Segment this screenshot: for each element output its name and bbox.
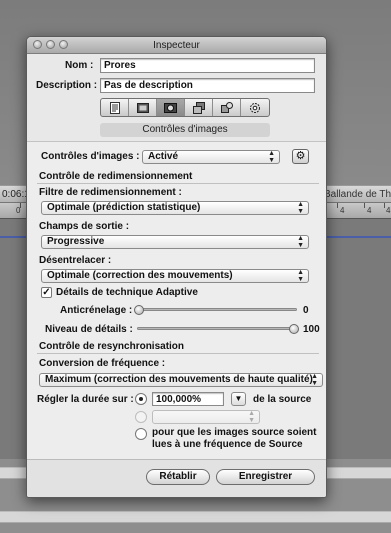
summary-icon bbox=[109, 101, 121, 114]
deinterlace-label: Désentrelacer : bbox=[39, 255, 112, 266]
encoder-icon bbox=[164, 102, 177, 114]
resize-heading: Contrôle de redimensionnement bbox=[39, 171, 193, 182]
section-title-tab: Contrôles d'images bbox=[100, 123, 270, 137]
description-field[interactable]: Pas de description bbox=[100, 78, 315, 93]
output-fields-popup[interactable]: Progressive ▲ ▼ bbox=[41, 235, 309, 249]
duration-radio[interactable] bbox=[135, 393, 147, 405]
antialias-slider-knob[interactable] bbox=[134, 305, 144, 315]
frame-rate-radio[interactable] bbox=[135, 411, 147, 423]
resync-heading: Contrôle de resynchronisation bbox=[39, 341, 185, 352]
name-field[interactable]: Prores bbox=[100, 58, 315, 73]
inspector-content: Contrôles d'images : Activé ▲ ▼ ⚙ Contrôl… bbox=[27, 141, 326, 459]
rate-conversion-label: Conversion de fréquence : bbox=[39, 358, 166, 369]
window-titlebar[interactable]: Inspecteur bbox=[27, 37, 326, 54]
gear-icon: ⚙ bbox=[295, 150, 306, 162]
output-fields-value: Progressive bbox=[47, 236, 105, 247]
source-rate-line2: lues à une fréquence de Source bbox=[152, 439, 303, 450]
popup-arrows-icon: ▲ ▼ bbox=[311, 373, 318, 387]
detail-level-slider-track[interactable] bbox=[137, 327, 297, 330]
duration-field[interactable]: 100,000% bbox=[152, 392, 224, 406]
source-rate-line1: pour que les images source soient bbox=[152, 427, 317, 438]
divider bbox=[37, 183, 319, 184]
popup-arrows-icon: ▲ ▼ bbox=[297, 235, 304, 249]
antialias-label: Anticrénelage : bbox=[60, 305, 133, 316]
window-title: Inspecteur bbox=[153, 40, 200, 51]
popup-arrows-icon: ▲ ▼ bbox=[297, 201, 304, 215]
inspector-tab-toolbar bbox=[100, 98, 270, 117]
frame-controls-icon bbox=[192, 101, 205, 114]
deinterlace-value: Optimale (correction des mouvements) bbox=[47, 270, 233, 281]
divider bbox=[37, 353, 319, 354]
ruler-number: 4 bbox=[340, 206, 345, 215]
video-tab[interactable] bbox=[129, 99, 157, 116]
revert-button[interactable]: Rétablir bbox=[146, 469, 210, 485]
antialias-slider-track[interactable] bbox=[137, 308, 297, 311]
inspector-footer: Rétablir Enregistrer bbox=[27, 459, 326, 497]
save-button[interactable]: Enregistrer bbox=[216, 469, 315, 485]
popup-arrows-icon: ▲ ▼ bbox=[297, 269, 304, 283]
rate-conversion-value: Maximum (correction des mouvements de ha… bbox=[45, 374, 313, 385]
ruler-number: 4 bbox=[367, 206, 372, 215]
chevron-down-icon: ▼ bbox=[234, 394, 243, 403]
output-fields-label: Champs de sortie : bbox=[39, 221, 130, 232]
adaptive-details-label: Détails de technique Adaptive bbox=[56, 287, 198, 298]
encoder-tab[interactable] bbox=[157, 99, 185, 116]
duration-dropdown-button[interactable]: ▼ bbox=[231, 392, 246, 406]
adaptive-details-checkbox[interactable]: ✓ bbox=[41, 287, 52, 298]
video-icon bbox=[136, 102, 149, 114]
source-rate-radio[interactable] bbox=[135, 428, 147, 440]
frame-controls-tab[interactable] bbox=[185, 99, 213, 116]
detail-level-value: 100 bbox=[303, 324, 320, 335]
description-label: Description : bbox=[36, 80, 98, 91]
image-controls-label: Contrôles d'images : bbox=[41, 151, 140, 162]
summary-tab[interactable] bbox=[101, 99, 129, 116]
ruler-number: 0 bbox=[16, 206, 21, 215]
actions-icon bbox=[249, 102, 261, 114]
image-controls-value: Activé bbox=[148, 151, 179, 162]
detail-level-label: Niveau de détails : bbox=[45, 324, 133, 335]
duration-label: Régler la durée sur : bbox=[37, 394, 134, 405]
rate-conversion-popup[interactable]: Maximum (correction des mouvements de ha… bbox=[39, 373, 323, 387]
background-clip-label: Ballande de Th bbox=[324, 189, 391, 200]
geometry-icon bbox=[220, 101, 233, 114]
ruler-number: 4 bbox=[386, 206, 391, 215]
image-controls-gear-button[interactable]: ⚙ bbox=[292, 149, 309, 164]
antialias-value: 0 bbox=[303, 305, 309, 316]
popup-arrows-icon: ▲ ▼ bbox=[248, 410, 255, 424]
popup-arrows-icon: ▲ ▼ bbox=[268, 150, 275, 164]
deinterlace-popup[interactable]: Optimale (correction des mouvements) ▲ ▼ bbox=[41, 269, 309, 283]
detail-level-slider-knob[interactable] bbox=[289, 324, 299, 334]
resize-filter-popup[interactable]: Optimale (prédiction statistique) ▲ ▼ bbox=[41, 201, 309, 215]
resize-filter-value: Optimale (prédiction statistique) bbox=[47, 202, 201, 213]
geometry-tab[interactable] bbox=[213, 99, 241, 116]
duration-suffix: de la source bbox=[253, 394, 312, 405]
image-controls-popup[interactable]: Activé ▲ ▼ bbox=[142, 150, 280, 164]
inspector-window: Inspecteur Nom : Prores Description : Pa… bbox=[26, 36, 327, 498]
checkmark-icon: ✓ bbox=[42, 287, 51, 298]
actions-tab[interactable] bbox=[241, 99, 269, 116]
name-label: Nom : bbox=[65, 60, 94, 71]
resize-filter-label: Filtre de redimensionnement : bbox=[39, 187, 182, 198]
frame-rate-popup[interactable]: ▲ ▼ bbox=[152, 410, 260, 424]
